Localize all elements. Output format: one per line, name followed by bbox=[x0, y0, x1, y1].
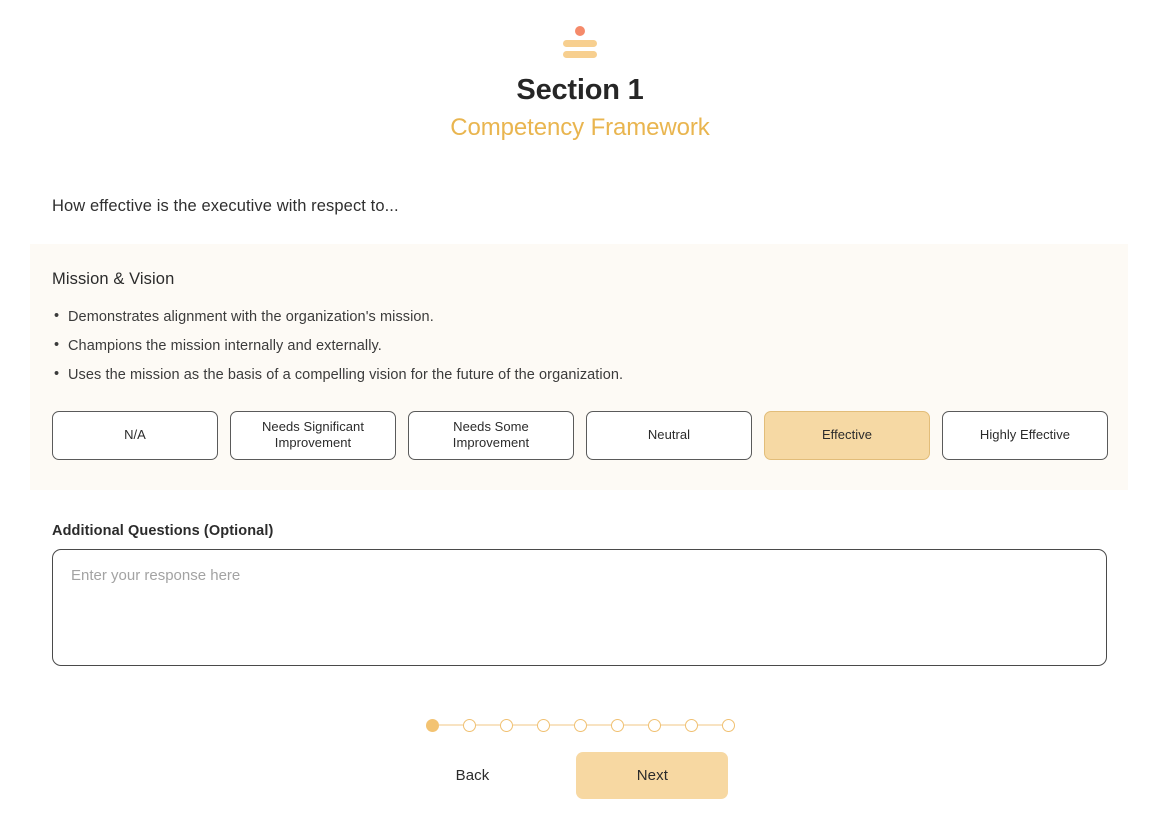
rating-scale: N/A Needs Significant Improvement Needs … bbox=[52, 410, 1108, 460]
progress-connector bbox=[623, 724, 648, 726]
progress-dot-9[interactable] bbox=[721, 718, 735, 732]
rating-option-effective[interactable]: Effective bbox=[764, 410, 930, 460]
progress-dot-3[interactable] bbox=[499, 718, 513, 732]
progress-connector bbox=[660, 724, 685, 726]
progress-connector bbox=[549, 724, 574, 726]
question-prompt: How effective is the executive with resp… bbox=[52, 197, 399, 216]
back-button[interactable]: Back bbox=[432, 755, 514, 796]
list-item: Champions the mission internally and ext… bbox=[52, 335, 1128, 358]
list-item: Demonstrates alignment with the organiza… bbox=[52, 306, 1128, 329]
progress-indicator bbox=[0, 718, 1160, 732]
next-button[interactable]: Next bbox=[576, 751, 729, 799]
navigation-bar: Back Next bbox=[0, 751, 1160, 799]
progress-dot-5[interactable] bbox=[573, 718, 587, 732]
additional-questions-input[interactable] bbox=[52, 548, 1107, 666]
progress-connector bbox=[586, 724, 611, 726]
progress-dot-1[interactable] bbox=[425, 718, 439, 732]
rating-option-needs-significant-improvement[interactable]: Needs Significant Improvement bbox=[230, 410, 396, 460]
page-header: Section 1 Competency Framework bbox=[0, 0, 1160, 143]
progress-connector bbox=[475, 724, 500, 726]
list-item: Uses the mission as the basis of a compe… bbox=[52, 364, 1128, 387]
competency-card: Mission & Vision Demonstrates alignment … bbox=[30, 244, 1128, 490]
additional-questions-label: Additional Questions (Optional) bbox=[52, 522, 274, 539]
rating-option-needs-some-improvement[interactable]: Needs Some Improvement bbox=[408, 410, 574, 460]
progress-connector bbox=[512, 724, 537, 726]
stacked-bars-dot-logo-icon bbox=[563, 26, 597, 58]
rating-option-na[interactable]: N/A bbox=[52, 410, 218, 460]
rating-option-neutral[interactable]: Neutral bbox=[586, 410, 752, 460]
progress-dot-6[interactable] bbox=[610, 718, 624, 732]
competency-title: Mission & Vision bbox=[52, 270, 175, 289]
progress-connector bbox=[438, 724, 463, 726]
progress-connector bbox=[697, 724, 722, 726]
progress-dot-2[interactable] bbox=[462, 718, 476, 732]
page-subtitle: Competency Framework bbox=[450, 114, 710, 142]
page-title: Section 1 bbox=[516, 74, 644, 106]
competency-bullet-list: Demonstrates alignment with the organiza… bbox=[52, 306, 1128, 387]
progress-dot-8[interactable] bbox=[684, 718, 698, 732]
progress-dot-7[interactable] bbox=[647, 718, 661, 732]
rating-option-highly-effective[interactable]: Highly Effective bbox=[942, 410, 1108, 460]
progress-dot-4[interactable] bbox=[536, 718, 550, 732]
